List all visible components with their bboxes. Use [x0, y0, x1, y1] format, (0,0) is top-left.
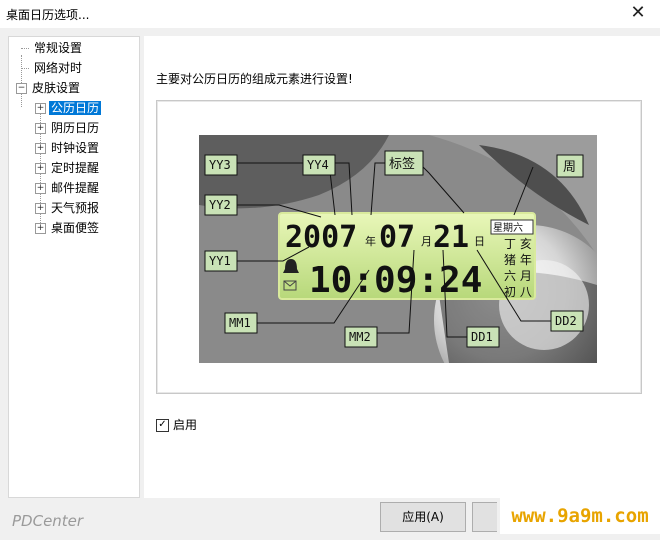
tree-item-lunar[interactable]: + 阴历日历	[35, 119, 101, 137]
ok-button[interactable]	[472, 502, 497, 532]
callout-dd1: DD1	[471, 330, 493, 344]
tree-item-weather[interactable]: + 天气预报	[35, 199, 101, 217]
callout-label: 标签	[389, 156, 415, 172]
close-icon[interactable]: ✕	[624, 2, 652, 26]
lunar-zodiac: 猪 年	[504, 253, 532, 267]
callout-mm2: MM2	[349, 330, 371, 344]
apply-button[interactable]: 应用(A)	[380, 502, 466, 532]
day-digits: 21	[433, 220, 469, 255]
callout-yy1: YY1	[209, 254, 231, 268]
tree-item-clock[interactable]: + 时钟设置	[35, 139, 101, 157]
expand-icon[interactable]: +	[35, 143, 46, 154]
lunar-month: 六 月	[504, 269, 532, 283]
callout-yy2: YY2	[209, 198, 231, 212]
lunar-day: 初 八	[504, 285, 532, 299]
lunar-ganzhi: 丁 亥	[504, 237, 532, 251]
expand-icon[interactable]: +	[35, 123, 46, 134]
enable-checkbox[interactable]: ✓ 启用	[156, 416, 197, 433]
checkbox-icon[interactable]: ✓	[156, 419, 169, 432]
preview-frame: 2007 年 07 月 21 日 星期六 丁 亥 猪 年 六 月 初 八 10:…	[156, 100, 642, 394]
title-bar: 桌面日历选项... ✕	[0, 0, 660, 28]
tree-item-network-time[interactable]: 网络对时	[21, 59, 84, 77]
callout-yy4: YY4	[307, 158, 329, 172]
expand-icon[interactable]: +	[35, 163, 46, 174]
window-title: 桌面日历选项...	[6, 8, 90, 22]
clock-time: 10:09:24	[309, 260, 482, 301]
day-char: 日	[474, 235, 485, 248]
tree-item-skin[interactable]: − 皮肤设置	[16, 79, 82, 97]
weekday-label: 星期六	[493, 222, 523, 234]
tree-item-notes[interactable]: + 桌面便签	[35, 219, 101, 237]
expand-icon[interactable]: +	[35, 223, 46, 234]
tree-item-mail[interactable]: + 邮件提醒	[35, 179, 101, 197]
callout-dd2: DD2	[555, 314, 577, 328]
settings-panel: 主要对公历日历的组成元素进行设置! 2007 年 07 月 21 日 星期六 丁…	[144, 36, 660, 498]
collapse-icon[interactable]: −	[16, 83, 27, 94]
callout-mm1: MM1	[229, 316, 251, 330]
month-digits: 07	[379, 220, 415, 255]
year-digits: 2007	[285, 220, 357, 255]
callout-yy3: YY3	[209, 158, 231, 172]
brand-label: PDCenter	[12, 512, 84, 530]
enable-label: 启用	[173, 418, 198, 432]
expand-icon[interactable]: +	[35, 203, 46, 214]
callout-week: 周	[563, 160, 576, 175]
panel-description: 主要对公历日历的组成元素进行设置!	[156, 72, 353, 86]
tree-item-timer[interactable]: + 定时提醒	[35, 159, 101, 177]
year-char: 年	[365, 234, 376, 248]
expand-icon[interactable]: +	[35, 103, 46, 114]
skin-preview-image: 2007 年 07 月 21 日 星期六 丁 亥 猪 年 六 月 初 八 10:…	[199, 135, 597, 363]
tree-item-gregorian[interactable]: + 公历日历	[35, 99, 102, 117]
tree-item-general[interactable]: 常规设置	[21, 39, 84, 57]
expand-icon[interactable]: +	[35, 183, 46, 194]
settings-tree: 常规设置 网络对时 − 皮肤设置 + 公历日历 + 阴历日历 + 时钟设置 + 定时提醒 …	[8, 36, 140, 498]
skin-preview: 2007 年 07 月 21 日 星期六 丁 亥 猪 年 六 月 初 八 10:…	[199, 135, 597, 363]
watermark: www.9a9m.com	[500, 498, 660, 534]
month-char: 月	[421, 235, 432, 248]
